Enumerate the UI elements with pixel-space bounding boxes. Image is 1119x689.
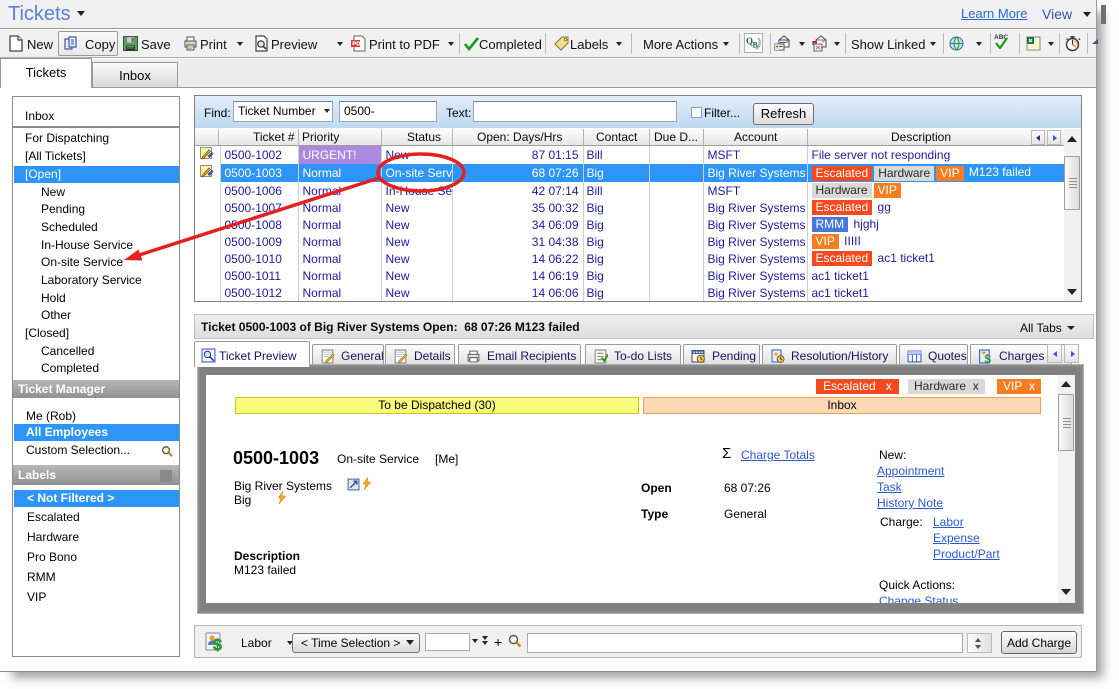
svg-text:B: B [753, 41, 759, 50]
svg-text:$: $ [213, 637, 222, 653]
svg-text:$: $ [984, 353, 991, 364]
